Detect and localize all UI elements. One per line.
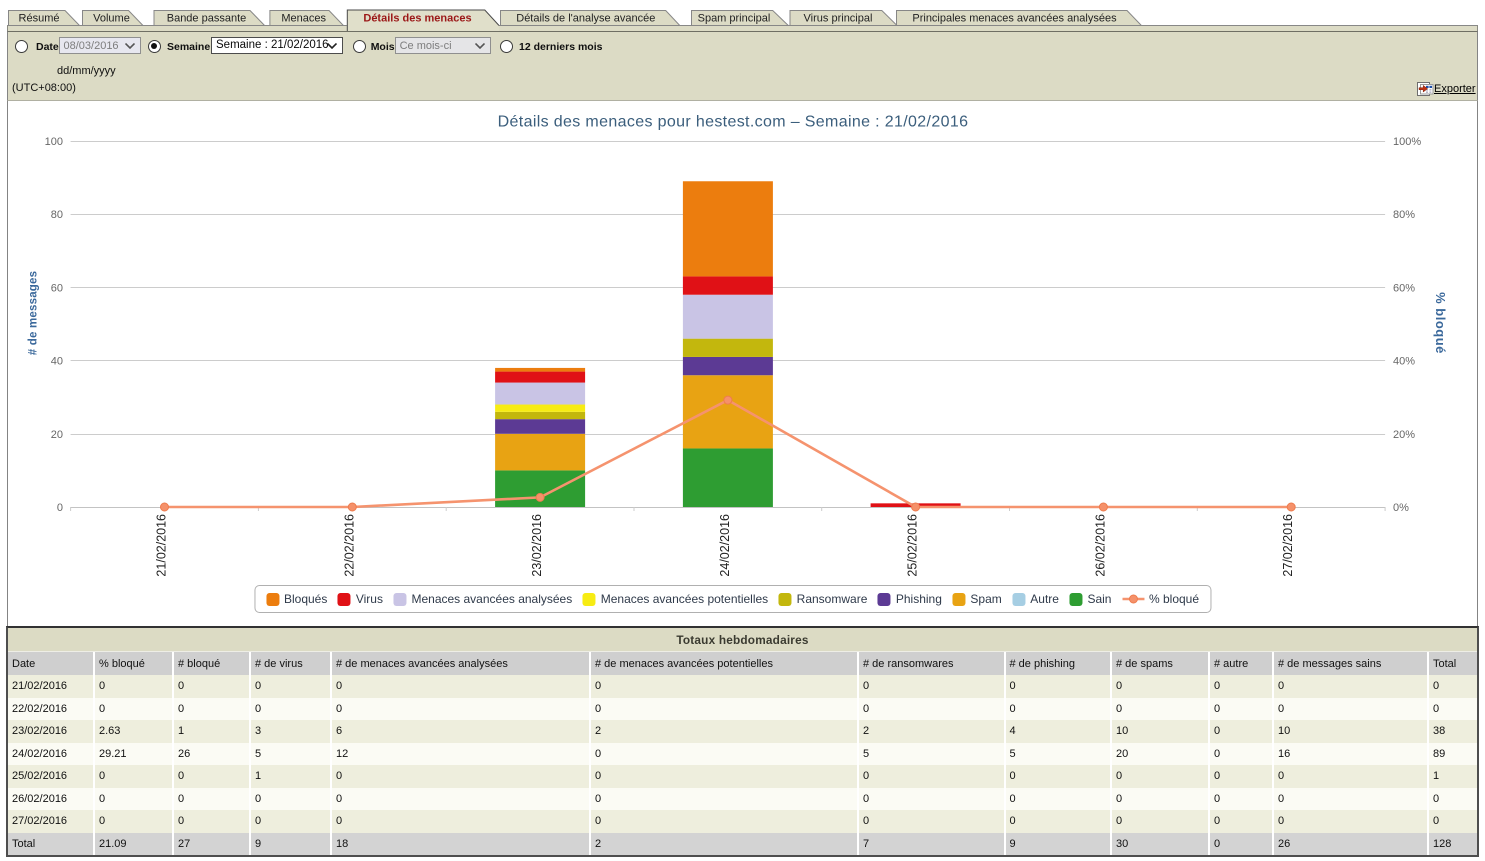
svg-text:Bande passante: Bande passante — [167, 13, 247, 25]
svg-text:40%: 40% — [1393, 356, 1415, 368]
svg-text:20%: 20% — [1393, 429, 1415, 441]
svg-text:0: 0 — [57, 502, 63, 514]
svg-text:25/02/2016: 25/02/2016 — [906, 514, 920, 577]
svg-text:26/02/2016: 26/02/2016 — [1093, 514, 1107, 577]
svg-text:% bloqué: % bloqué — [1433, 292, 1448, 354]
svg-text:Principales menaces avancées a: Principales menaces avancées analysées — [912, 13, 1117, 25]
svg-text:40: 40 — [51, 356, 63, 368]
svg-text:Détails des menaces: Détails des menaces — [363, 13, 471, 25]
svg-text:# de messages: # de messages — [28, 271, 40, 355]
svg-text:60: 60 — [51, 282, 63, 294]
svg-text:24/02/2016: 24/02/2016 — [718, 514, 732, 577]
svg-text:Menaces: Menaces — [281, 13, 326, 25]
svg-text:20: 20 — [51, 429, 63, 441]
svg-text:80%: 80% — [1393, 209, 1415, 221]
svg-text:Détails des menaces pour heste: Détails des menaces pour hestest.com – S… — [498, 114, 969, 131]
svg-text:Virus principal: Virus principal — [804, 13, 873, 25]
svg-text:Détails de l'analyse avancée: Détails de l'analyse avancée — [516, 13, 655, 25]
svg-text:Résumé: Résumé — [19, 13, 60, 25]
svg-text:100%: 100% — [1393, 136, 1421, 148]
svg-text:23/02/2016: 23/02/2016 — [530, 514, 544, 577]
svg-text:0%: 0% — [1393, 502, 1409, 514]
svg-text:Spam principal: Spam principal — [698, 13, 771, 25]
svg-text:21/02/2016: 21/02/2016 — [155, 514, 169, 577]
svg-text:100: 100 — [45, 136, 63, 148]
svg-text:Volume: Volume — [93, 13, 130, 25]
svg-text:80: 80 — [51, 209, 63, 221]
svg-text:60%: 60% — [1393, 282, 1415, 294]
svg-text:27/02/2016: 27/02/2016 — [1281, 514, 1295, 577]
svg-text:22/02/2016: 22/02/2016 — [342, 514, 356, 577]
